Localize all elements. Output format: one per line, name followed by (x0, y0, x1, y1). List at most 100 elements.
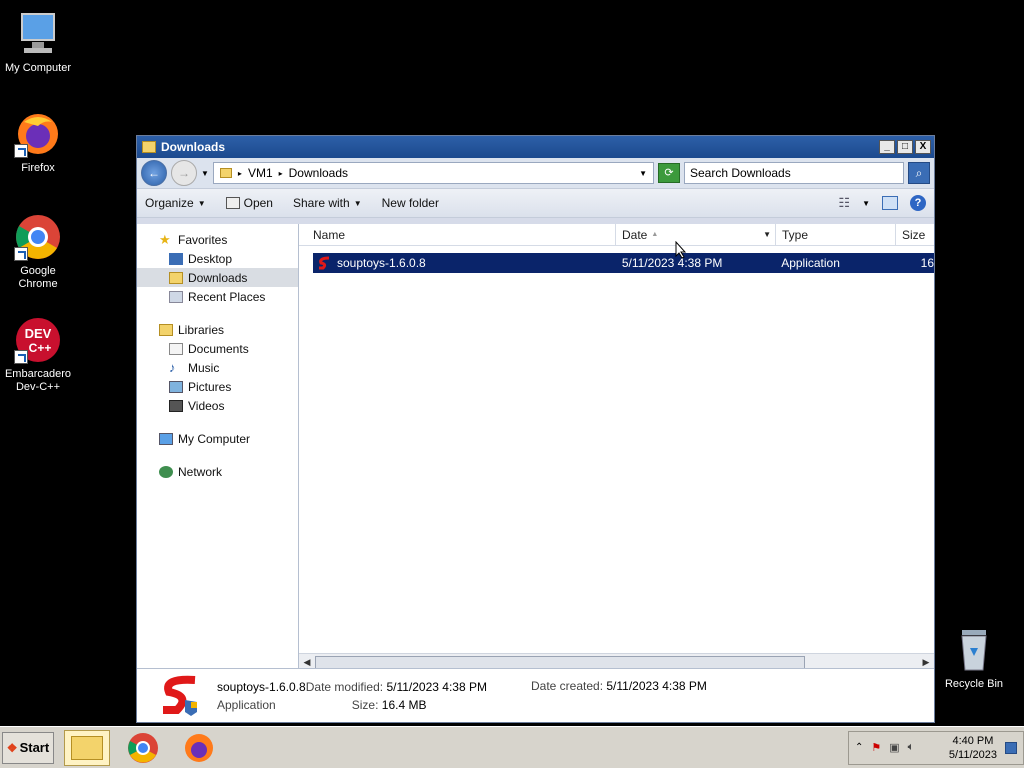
desktop-icon-my-computer[interactable]: My Computer (0, 10, 76, 75)
address-dropdown-icon[interactable]: ▼ (639, 169, 647, 178)
maximize-button[interactable]: □ (897, 140, 913, 154)
date-created-label: Date created: (530, 679, 604, 693)
search-icon[interactable]: ⌕ (908, 162, 930, 184)
taskbar-chrome-button[interactable] (120, 730, 166, 766)
firefox-icon (185, 733, 213, 762)
help-icon[interactable]: ? (910, 195, 926, 211)
breadcrumb-downloads[interactable]: Downloads (289, 166, 348, 180)
chevron-icon[interactable]: ▸ (238, 169, 242, 178)
file-name: souptoys-1.6.0.8 (337, 256, 426, 270)
column-type-label: Type (782, 227, 809, 242)
table-row[interactable]: souptoys-1.6.0.8 5/11/2023 4:38 PM Appli… (313, 253, 934, 273)
taskbar-explorer-button[interactable] (64, 729, 110, 766)
column-header-type[interactable]: Type (776, 224, 896, 245)
nav-documents[interactable]: Documents (137, 339, 298, 358)
size-label: Size: (351, 697, 379, 712)
nav-desktop-label: Desktop (188, 251, 233, 266)
recycle-bin-icon (950, 626, 998, 674)
explorer-window: Downloads _ □ X ← → ▼ ▸ VM1 ▸ Downloads … (136, 135, 935, 723)
computer-icon (159, 432, 173, 445)
nav-music[interactable]: ♪ Music (137, 358, 298, 377)
star-icon: ★ (159, 231, 171, 247)
folder-icon (142, 141, 156, 153)
svg-text:C++: C++ (29, 341, 52, 355)
chevron-icon[interactable]: ▸ (279, 169, 283, 178)
close-button[interactable]: X (915, 140, 931, 154)
desktop-icon-chrome[interactable]: Google Chrome (0, 213, 76, 291)
details-file-name: souptoys-1.6.0.8 (217, 679, 306, 694)
new-folder-button[interactable]: New folder (382, 196, 439, 210)
back-button[interactable]: ← (141, 160, 167, 186)
desktop-icon-recycle-bin[interactable]: Recycle Bin (936, 626, 1012, 691)
souptoys-app-icon (317, 256, 331, 270)
scroll-left-icon[interactable]: ◀ (299, 657, 315, 668)
recent-pages-chevron-icon[interactable]: ▼ (201, 169, 209, 178)
breadcrumb[interactable]: ▸ VM1 ▸ Downloads ▼ (212, 162, 654, 184)
volume-icon[interactable]: 🔈︎ (908, 741, 915, 754)
nav-favorites[interactable]: ★ Favorites (137, 230, 298, 249)
minimize-button[interactable]: _ (879, 140, 895, 154)
view-options-icon[interactable]: ☷ (838, 195, 850, 211)
action-center-flag-icon[interactable]: ⚑ (871, 741, 881, 754)
music-icon: ♪ (169, 359, 176, 375)
nav-recent-places[interactable]: Recent Places (137, 287, 298, 306)
nav-downloads-label: Downloads (188, 270, 248, 285)
column-date-label: Date (622, 227, 648, 242)
mouse-cursor-icon (675, 241, 687, 259)
clock[interactable]: 4:40 PM 5/11/2023 (949, 734, 997, 762)
shortcut-arrow-icon (14, 350, 28, 364)
libraries-icon (159, 323, 173, 336)
forward-button[interactable]: → (171, 160, 197, 186)
open-label: Open (243, 196, 273, 210)
column-header-name[interactable]: Name (299, 224, 616, 245)
nav-downloads[interactable]: Downloads (137, 268, 298, 287)
command-bar: Organize ▼ Open Share with ▼ New folder ☷ … (137, 188, 934, 218)
nav-libraries[interactable]: Libraries (137, 320, 298, 339)
network-tray-icon[interactable]: ▣ (889, 741, 899, 754)
downloads-folder-icon (169, 271, 183, 284)
search-input[interactable]: Search Downloads (684, 162, 904, 184)
taskbar-firefox-button[interactable] (176, 730, 222, 766)
file-type: Application (781, 256, 840, 270)
nav-desktop[interactable]: Desktop (137, 249, 298, 268)
chrome-icon (128, 732, 158, 763)
date-created-value: 5/11/2023 4:38 PM (606, 679, 707, 693)
nav-documents-label: Documents (188, 341, 249, 356)
column-header-date[interactable]: Date ▲ ▼ (616, 224, 776, 245)
start-button[interactable]: ❖ Start (2, 731, 54, 764)
preview-pane-icon[interactable] (882, 196, 898, 210)
nav-network[interactable]: Network (137, 462, 298, 481)
share-with-label: Share with (292, 196, 350, 210)
open-icon (225, 197, 240, 209)
details-file-type: Application (217, 697, 276, 712)
show-desktop-icon[interactable] (1005, 741, 1017, 754)
videos-icon (169, 399, 183, 412)
nav-my-computer[interactable]: My Computer (137, 429, 298, 448)
devcpp-icon: DEV C++ (14, 316, 62, 364)
network-icon (159, 465, 173, 478)
date-modified-value: 5/11/2023 4:38 PM (386, 679, 487, 694)
open-button[interactable]: Open (225, 196, 273, 210)
show-hidden-icons-icon[interactable]: ⌃ (855, 742, 863, 753)
new-folder-label: New folder (381, 196, 439, 210)
sort-indicator-icon: ▲ (651, 231, 659, 238)
breadcrumb-vm1[interactable]: VM1 (248, 166, 273, 180)
organize-button[interactable]: Organize ▼ (145, 196, 206, 210)
title-bar[interactable]: Downloads _ □ X (137, 136, 934, 158)
chevron-down-icon: ▼ (197, 198, 206, 208)
refresh-button[interactable]: ⟳ (658, 163, 680, 183)
view-chevron-down-icon[interactable]: ▼ (862, 199, 870, 208)
shortcut-arrow-icon (14, 247, 28, 261)
scroll-right-icon[interactable]: ▶ (918, 657, 934, 668)
nav-videos[interactable]: Videos (137, 396, 298, 415)
column-filter-chevron-icon[interactable]: ▼ (763, 230, 771, 239)
desktop-icon-firefox[interactable]: Firefox (0, 110, 76, 175)
nav-favorites-label: Favorites (178, 232, 228, 247)
desktop-icon-devcpp[interactable]: DEV C++ Embarcadero Dev-C++ (0, 316, 76, 394)
scroll-thumb[interactable] (315, 655, 805, 669)
organize-label: Organize (145, 196, 194, 210)
share-with-button[interactable]: Share with ▼ (293, 196, 362, 210)
column-header-size[interactable]: Size (896, 224, 934, 245)
firefox-icon (14, 110, 62, 158)
nav-pictures[interactable]: Pictures (137, 377, 298, 396)
